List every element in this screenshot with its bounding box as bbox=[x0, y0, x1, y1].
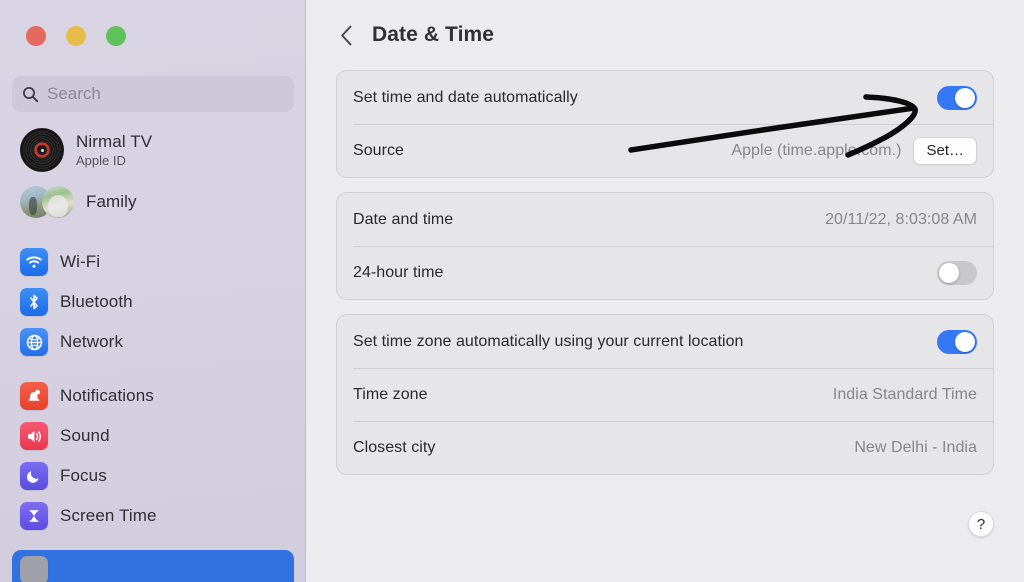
sidebar-item-label: Family bbox=[86, 192, 137, 211]
wifi-icon bbox=[20, 248, 48, 276]
sidebar-item-label: Notifications bbox=[60, 386, 154, 405]
24-hour-time-toggle[interactable] bbox=[937, 260, 977, 285]
sidebar-item-label: Focus bbox=[60, 466, 107, 485]
sidebar-item-label: Bluetooth bbox=[60, 292, 133, 311]
content-pane: Date & Time Set time and date automatica… bbox=[306, 0, 1024, 582]
maximize-button[interactable] bbox=[106, 26, 126, 46]
settings-window: Nirmal TV Apple ID Family bbox=[0, 0, 1024, 582]
close-button[interactable] bbox=[26, 26, 46, 46]
sidebar-group-divider bbox=[0, 228, 306, 242]
sidebar-item-bluetooth[interactable]: Bluetooth bbox=[12, 282, 294, 322]
sidebar-item-label: Wi-Fi bbox=[60, 252, 101, 271]
row-label: Set time zone automatically using your c… bbox=[353, 332, 744, 350]
traffic-lights bbox=[26, 26, 126, 46]
sidebar-nav: Nirmal TV Apple ID Family Wi-Fi Bluetoot… bbox=[0, 124, 306, 582]
sidebar: Nirmal TV Apple ID Family bbox=[0, 0, 306, 582]
back-button[interactable] bbox=[334, 23, 358, 47]
sidebar-item-notifications[interactable]: Notifications bbox=[12, 376, 294, 416]
sidebar-item-screen-time[interactable]: Screen Time bbox=[12, 496, 294, 536]
set-time-automatically-toggle[interactable] bbox=[937, 85, 977, 110]
minimize-button[interactable] bbox=[66, 26, 86, 46]
row-label: Time zone bbox=[353, 385, 428, 403]
moon-icon bbox=[20, 462, 48, 490]
date-time-value: 20/11/22, 8:03:08 AM bbox=[825, 210, 977, 228]
search-field[interactable] bbox=[12, 76, 294, 112]
toggle-knob bbox=[955, 87, 975, 108]
sidebar-item-label: Sound bbox=[60, 426, 110, 445]
search-input[interactable] bbox=[47, 84, 272, 104]
avatar bbox=[20, 128, 64, 172]
chevron-left-icon bbox=[340, 25, 351, 45]
account-name: Nirmal TV bbox=[76, 132, 153, 151]
time-zone-value: India Standard Time bbox=[832, 385, 977, 403]
sidebar-item-focus[interactable]: Focus bbox=[12, 456, 294, 496]
account-subtitle: Apple ID bbox=[76, 153, 126, 168]
row-label: 24-hour time bbox=[353, 263, 444, 281]
closest-city-value: New Delhi - India bbox=[854, 438, 977, 456]
sidebar-group-divider bbox=[0, 536, 306, 550]
content-header: Date & Time bbox=[306, 0, 1024, 70]
avatar bbox=[42, 186, 74, 218]
sidebar-item-family[interactable]: Family bbox=[12, 176, 294, 228]
sidebar-item-label: Network bbox=[60, 332, 124, 351]
sidebar-item-selected[interactable] bbox=[12, 550, 294, 582]
card-time-zone: Set time zone automatically using your c… bbox=[336, 314, 994, 475]
search-icon bbox=[23, 86, 39, 102]
row-24-hour-time[interactable]: 24-hour time bbox=[337, 246, 993, 299]
source-value: Apple (time.apple.com.) bbox=[731, 141, 902, 159]
sidebar-group-divider bbox=[0, 362, 306, 376]
card-date-time: Date and time 20/11/22, 8:03:08 AM 24-ho… bbox=[336, 192, 994, 300]
sidebar-item-wifi[interactable]: Wi-Fi bbox=[12, 242, 294, 282]
row-set-time-automatically[interactable]: Set time and date automatically bbox=[337, 71, 993, 124]
sidebar-item-network[interactable]: Network bbox=[12, 322, 294, 362]
set-source-button[interactable]: Set… bbox=[913, 136, 977, 165]
general-icon bbox=[20, 556, 48, 582]
toggle-knob bbox=[955, 331, 975, 352]
row-label: Date and time bbox=[353, 210, 454, 228]
row-label: Set time and date automatically bbox=[353, 88, 578, 106]
bluetooth-icon bbox=[20, 288, 48, 316]
bell-icon bbox=[20, 382, 48, 410]
family-avatars bbox=[20, 186, 76, 218]
speaker-icon bbox=[20, 422, 48, 450]
set-timezone-automatically-toggle[interactable] bbox=[937, 329, 977, 354]
row-label: Source bbox=[353, 141, 404, 159]
row-source[interactable]: Source Apple (time.apple.com.) Set… bbox=[337, 124, 993, 177]
row-time-zone[interactable]: Time zone India Standard Time bbox=[337, 368, 993, 421]
row-closest-city[interactable]: Closest city New Delhi - India bbox=[337, 421, 993, 474]
row-label: Closest city bbox=[353, 438, 436, 456]
help-button[interactable]: ? bbox=[968, 511, 994, 537]
sidebar-item-label: Screen Time bbox=[60, 506, 157, 525]
card-auto-time: Set time and date automatically Source A… bbox=[336, 70, 994, 178]
globe-icon bbox=[20, 328, 48, 356]
row-date-and-time[interactable]: Date and time 20/11/22, 8:03:08 AM bbox=[337, 193, 993, 246]
hourglass-icon bbox=[20, 502, 48, 530]
sidebar-item-sound[interactable]: Sound bbox=[12, 416, 294, 456]
page-title: Date & Time bbox=[372, 23, 495, 46]
toggle-knob bbox=[939, 262, 959, 283]
row-set-timezone-automatically[interactable]: Set time zone automatically using your c… bbox=[337, 315, 993, 368]
sidebar-item-apple-id[interactable]: Nirmal TV Apple ID bbox=[12, 124, 294, 176]
